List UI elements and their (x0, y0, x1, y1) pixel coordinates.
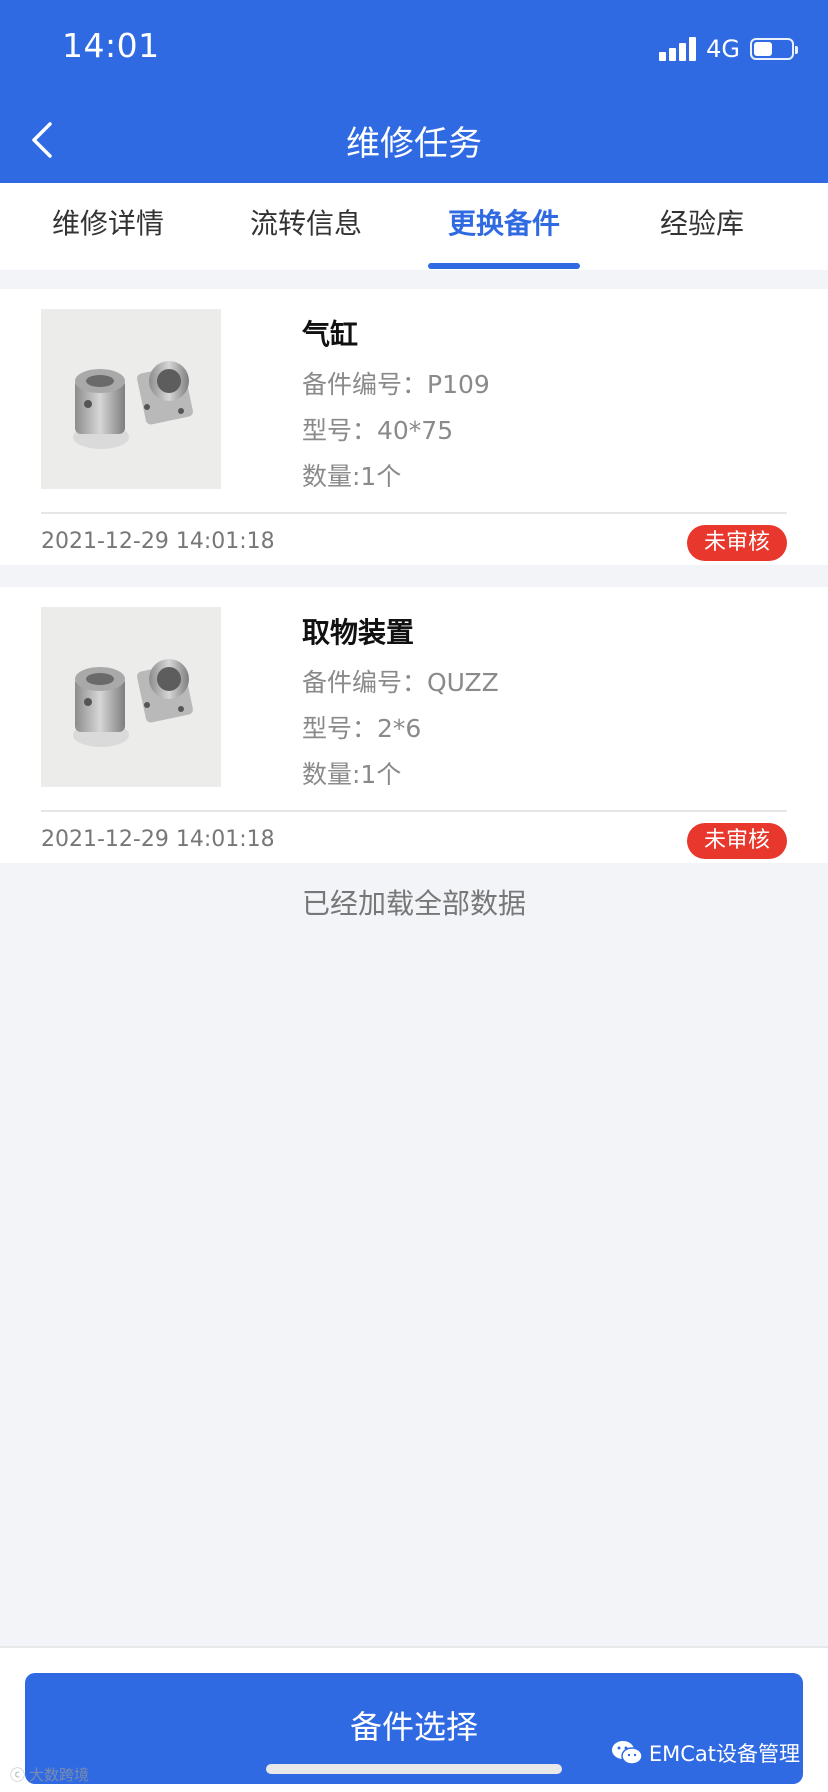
part-model: 型号：40*75 (302, 416, 454, 445)
watermark-left: ⓒ 大数跨境 (10, 1764, 89, 1785)
tab-replace-parts[interactable]: 更换备件 (406, 183, 602, 270)
divider (41, 512, 787, 514)
part-image (41, 607, 221, 787)
page-title: 维修任务 (346, 124, 482, 164)
wechat-icon (611, 1741, 643, 1765)
tab-transfer-info[interactable]: 流转信息 (208, 183, 404, 270)
part-name: 取物装置 (302, 616, 415, 649)
tab-bar: 维修详情 流转信息 更换备件 经验库 (0, 183, 828, 270)
watermark: EMCat设备管理 (611, 1738, 800, 1768)
list-end-message: 已经加载全部数据 (301, 887, 526, 920)
part-date: 2021-12-29 14:01:18 (41, 827, 275, 852)
part-quantity: 数量:1个 (302, 462, 402, 491)
part-quantity: 数量:1个 (302, 760, 402, 789)
battery-icon (750, 38, 798, 60)
watermark-logo-icon: ⓒ (10, 1766, 26, 1784)
status-badge: 未审核 (687, 525, 787, 561)
network-type: 4G (706, 35, 740, 63)
status-badge: 未审核 (687, 823, 787, 859)
watermark-text: EMCat设备管理 (648, 1742, 800, 1766)
part-code: 备件编号：QUZZ (302, 668, 499, 697)
part-image (41, 309, 221, 489)
part-model: 型号：2*6 (302, 714, 422, 743)
status-time: 14:01 (62, 26, 160, 65)
part-card[interactable]: 取物装置 备件编号：QUZZ 型号：2*6 数量:1个 2021-12-29 1… (0, 587, 828, 863)
watermark-left-text: 大数跨境 (29, 1766, 90, 1784)
part-card[interactable]: 气缸 备件编号：P109 型号：40*75 数量:1个 2021-12-29 1… (0, 289, 828, 565)
home-indicator (266, 1764, 562, 1774)
status-icons: 4G (659, 34, 798, 64)
active-tab-indicator (428, 263, 580, 269)
tab-repair-details[interactable]: 维修详情 (10, 183, 206, 270)
tab-experience-library[interactable]: 经验库 (604, 183, 800, 270)
signal-icon (659, 37, 697, 61)
part-code: 备件编号：P109 (302, 370, 490, 399)
divider (41, 810, 787, 812)
app-header: 14:01 4G 维修任务 (0, 0, 828, 183)
part-name: 气缸 (302, 318, 359, 351)
part-date: 2021-12-29 14:01:18 (41, 529, 275, 554)
